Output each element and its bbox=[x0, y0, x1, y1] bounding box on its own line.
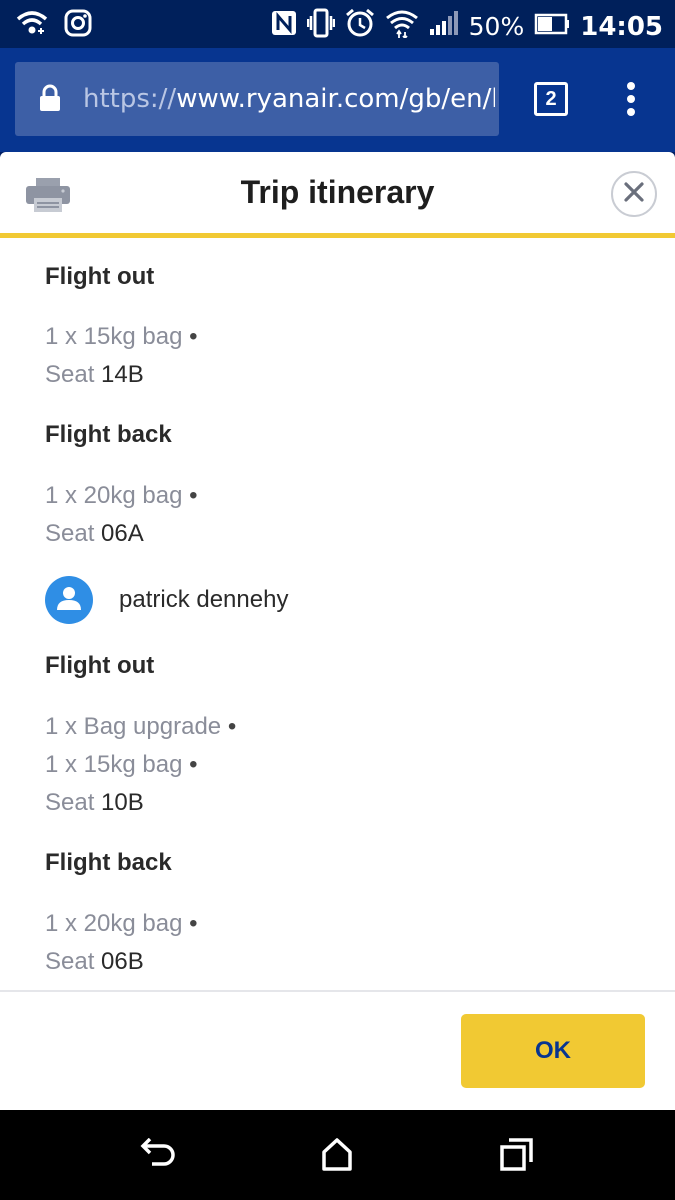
nfc-icon bbox=[271, 10, 297, 43]
vibrate-icon bbox=[306, 8, 335, 45]
home-icon[interactable] bbox=[321, 1138, 353, 1177]
passenger-row: patrick dennehy bbox=[45, 576, 288, 624]
user-icon bbox=[55, 585, 83, 616]
list-item: 1 x 20kg bag • bbox=[45, 910, 198, 937]
lock-icon bbox=[39, 84, 61, 117]
flight-back-heading: Flight back bbox=[45, 849, 172, 876]
instagram-icon bbox=[64, 9, 92, 42]
address-bar[interactable]: https://www.ryanair.com/gb/en/boo bbox=[15, 62, 499, 136]
recent-apps-icon[interactable] bbox=[500, 1138, 534, 1177]
avatar bbox=[45, 576, 93, 624]
seat-line: Seat 06B bbox=[45, 948, 144, 975]
url-text[interactable]: https://www.ryanair.com/gb/en/boo bbox=[83, 84, 495, 114]
flight-out-heading: Flight out bbox=[45, 263, 155, 290]
wifi-icon bbox=[385, 8, 419, 45]
seat-line: Seat 06A bbox=[45, 520, 144, 547]
footer-divider bbox=[0, 990, 675, 992]
status-time: 14:05 bbox=[580, 11, 663, 42]
seat-line: Seat 14B bbox=[45, 361, 144, 388]
list-item: 1 x 15kg bag • bbox=[45, 751, 198, 778]
close-icon bbox=[624, 181, 644, 207]
status-bar: 50% 14:05 bbox=[0, 0, 675, 48]
list-item: 1 x 20kg bag • bbox=[45, 482, 198, 509]
modal-header: Trip itinerary bbox=[0, 152, 675, 238]
wifi-call-icon bbox=[16, 9, 48, 42]
ok-button[interactable]: OK bbox=[461, 1014, 645, 1088]
signal-icon bbox=[429, 10, 459, 43]
battery-icon bbox=[534, 11, 570, 42]
browser-toolbar: https://www.ryanair.com/gb/en/boo 2 bbox=[0, 48, 675, 152]
navigation-bar bbox=[0, 1110, 675, 1200]
flight-back-heading: Flight back bbox=[45, 421, 172, 448]
browser-menu-icon[interactable] bbox=[622, 82, 640, 118]
list-item: 1 x 15kg bag • bbox=[45, 323, 198, 350]
trip-itinerary-modal: Trip itinerary Flight out 1 x 15kg bag •… bbox=[0, 152, 675, 1110]
url-host-path: www.ryanair.com/gb/en/boo bbox=[176, 84, 495, 114]
url-protocol: https:// bbox=[83, 84, 177, 114]
alarm-icon bbox=[345, 8, 375, 45]
modal-title: Trip itinerary bbox=[240, 174, 435, 210]
back-icon[interactable] bbox=[140, 1137, 176, 1177]
passenger-name: patrick dennehy bbox=[119, 586, 289, 613]
flight-out-heading: Flight out bbox=[45, 652, 155, 679]
list-item: 1 x Bag upgrade • bbox=[45, 713, 237, 740]
seat-line: Seat 10B bbox=[45, 789, 144, 816]
battery-percent: 50% bbox=[468, 12, 525, 41]
tab-switcher-button[interactable]: 2 bbox=[534, 82, 568, 116]
close-button[interactable] bbox=[611, 171, 657, 217]
